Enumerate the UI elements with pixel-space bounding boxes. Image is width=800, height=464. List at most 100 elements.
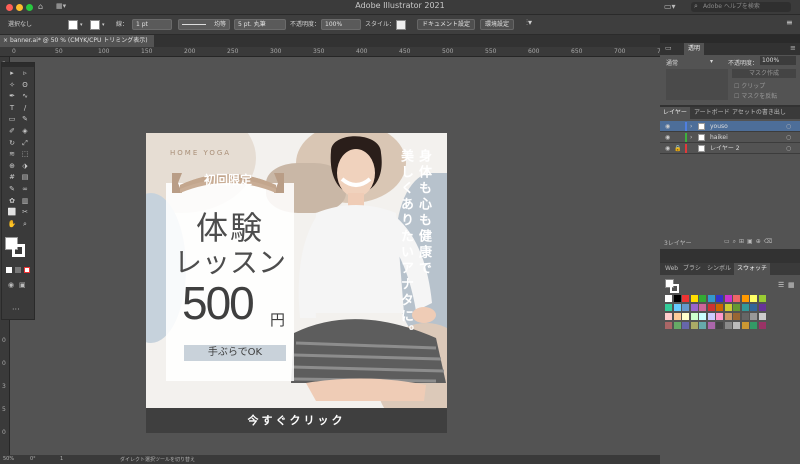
color-swatch[interactable] bbox=[758, 295, 766, 302]
color-swatch[interactable] bbox=[690, 295, 698, 302]
chevron-right-icon[interactable]: › bbox=[690, 132, 692, 143]
color-swatch[interactable] bbox=[699, 304, 706, 311]
screen-mode-icon[interactable]: ▣ bbox=[19, 281, 26, 289]
color-swatch[interactable] bbox=[707, 322, 715, 329]
stroke-color-swatch[interactable] bbox=[90, 20, 100, 30]
layer-actions-icons[interactable]: ▭⌕⊞▣⊕⌫ bbox=[724, 238, 775, 246]
color-swatch[interactable] bbox=[733, 313, 740, 320]
rectangle-tool-icon[interactable]: ▭ bbox=[7, 115, 17, 124]
eye-icon[interactable]: ◉ bbox=[665, 121, 670, 132]
more-tools-icon[interactable]: ··· bbox=[12, 305, 20, 314]
color-swatch[interactable] bbox=[673, 295, 681, 302]
mesh-tool-icon[interactable]: # bbox=[7, 173, 17, 182]
target-icon[interactable]: ○ bbox=[786, 132, 791, 143]
color-swatch[interactable] bbox=[741, 295, 749, 302]
scale-tool-icon[interactable]: ⤢ bbox=[20, 139, 30, 148]
color-swatch[interactable] bbox=[673, 313, 681, 320]
eye-icon[interactable]: ◉ bbox=[665, 132, 670, 143]
layer-row[interactable]: ◉ › haikei ○ bbox=[660, 132, 800, 143]
color-swatch[interactable] bbox=[741, 313, 749, 320]
color-swatch[interactable] bbox=[741, 304, 749, 311]
color-swatch[interactable] bbox=[724, 304, 732, 311]
color-swatch[interactable] bbox=[724, 322, 732, 329]
color-swatch[interactable] bbox=[682, 313, 689, 320]
list-view-icon[interactable]: ☰ bbox=[778, 281, 784, 289]
stroke-weight-field[interactable]: 1 pt bbox=[132, 19, 172, 30]
graph-tool-icon[interactable]: ▥ bbox=[20, 197, 30, 206]
opacity-field[interactable]: 100% bbox=[760, 56, 796, 65]
lock-icon[interactable]: 🔒 bbox=[674, 143, 681, 154]
shaper-tool-icon[interactable]: ✐ bbox=[7, 127, 17, 136]
free-transform-tool-icon[interactable]: ⬚ bbox=[20, 150, 30, 159]
color-mode-icon[interactable] bbox=[6, 267, 12, 273]
perspective-tool-icon[interactable]: ⬗ bbox=[20, 162, 30, 171]
layer-row[interactable]: ◉ › youso ○ bbox=[660, 121, 800, 132]
menu-icon[interactable]: ≡ bbox=[790, 44, 796, 52]
invert-mask-checkbox[interactable]: ☐ マスクを反転 bbox=[734, 91, 777, 100]
rotation-angle[interactable]: 0° bbox=[30, 456, 36, 462]
color-swatch[interactable] bbox=[716, 322, 723, 329]
layer-row[interactable]: ◉ 🔒 レイヤー 2 ○ bbox=[660, 143, 800, 154]
tab-swatch-2[interactable]: シンボル bbox=[704, 263, 734, 275]
draw-mode-icon[interactable]: ◉ bbox=[8, 281, 14, 289]
color-swatch[interactable] bbox=[724, 313, 732, 320]
line-tool-icon[interactable]: / bbox=[20, 104, 30, 113]
document-tab[interactable]: × banner.ai* @ 50 % (CMYK/CPU トリミング表示) bbox=[0, 35, 154, 47]
slice-tool-icon[interactable]: ✂ bbox=[20, 208, 30, 217]
curvature-tool-icon[interactable]: ∿ bbox=[20, 92, 30, 101]
color-swatch[interactable] bbox=[707, 313, 715, 320]
panel-icon[interactable]: ▭ bbox=[665, 44, 672, 52]
eraser-tool-icon[interactable]: ◈ bbox=[20, 127, 30, 136]
color-swatch[interactable] bbox=[699, 322, 706, 329]
color-swatch[interactable] bbox=[665, 295, 672, 302]
tools-panel-header[interactable] bbox=[2, 63, 34, 67]
tab-swatch-1[interactable]: ブラシ bbox=[680, 263, 704, 275]
cta-button[interactable]: 今すぐクリック bbox=[146, 408, 447, 433]
color-swatch[interactable] bbox=[665, 304, 672, 311]
close-icon[interactable]: × bbox=[3, 37, 10, 44]
tab-layers-0[interactable]: レイヤー bbox=[660, 107, 690, 119]
magic-wand-tool-icon[interactable]: ✧ bbox=[7, 81, 17, 90]
color-swatch[interactable] bbox=[750, 313, 757, 320]
blend-tool-icon[interactable]: ∞ bbox=[20, 185, 30, 194]
color-swatch[interactable] bbox=[707, 295, 715, 302]
symbol-tool-icon[interactable]: ✿ bbox=[7, 197, 17, 206]
zoom-level[interactable]: 50% bbox=[3, 456, 14, 462]
stroke-swatch[interactable] bbox=[12, 244, 25, 257]
fill-color-swatch[interactable] bbox=[68, 20, 78, 30]
color-swatch[interactable] bbox=[741, 322, 749, 329]
color-swatch[interactable] bbox=[673, 304, 681, 311]
align-icon[interactable]: ⫶▾ bbox=[526, 18, 532, 28]
clip-checkbox[interactable]: ☐ クリップ bbox=[734, 81, 765, 90]
target-icon[interactable]: ○ bbox=[786, 121, 791, 132]
color-swatch[interactable] bbox=[733, 295, 740, 302]
grid-view-icon[interactable]: ▦ bbox=[788, 281, 795, 289]
color-swatch[interactable] bbox=[716, 313, 723, 320]
hand-tool-icon[interactable]: ✋ bbox=[7, 220, 17, 229]
tab-swatch-3[interactable]: スウォッチ bbox=[734, 263, 771, 275]
color-swatch[interactable] bbox=[750, 295, 757, 302]
gradient-mode-icon[interactable] bbox=[15, 267, 21, 273]
color-swatch[interactable] bbox=[750, 322, 757, 329]
none-mode-icon[interactable] bbox=[24, 267, 30, 273]
lasso-tool-icon[interactable]: ʘ bbox=[20, 81, 30, 90]
graphic-style-swatch[interactable] bbox=[396, 20, 406, 30]
blend-mode-select[interactable]: 通常 bbox=[666, 58, 678, 67]
artboard-tool-icon[interactable]: ⬜ bbox=[7, 208, 17, 217]
color-swatch[interactable] bbox=[716, 295, 723, 302]
color-swatch[interactable] bbox=[673, 322, 681, 329]
document-setup-button[interactable]: ドキュメント設定 bbox=[417, 19, 476, 30]
pen-tool-icon[interactable]: ✒ bbox=[7, 92, 17, 101]
color-swatch[interactable] bbox=[758, 304, 766, 311]
tab-swatch-0[interactable]: Web bbox=[662, 263, 681, 275]
color-swatch[interactable] bbox=[707, 304, 715, 311]
tab-layers-1[interactable]: アートボード bbox=[691, 107, 733, 119]
color-swatch[interactable] bbox=[733, 304, 740, 311]
color-swatch[interactable] bbox=[750, 304, 757, 311]
color-swatch[interactable] bbox=[690, 304, 698, 311]
color-swatch[interactable] bbox=[682, 304, 689, 311]
brush-select[interactable]: 5 pt. 丸筆 bbox=[234, 19, 286, 30]
preferences-button[interactable]: 環境設定 bbox=[480, 19, 515, 30]
eyedropper-tool-icon[interactable]: ✎ bbox=[7, 185, 17, 194]
color-swatch[interactable] bbox=[724, 295, 732, 302]
